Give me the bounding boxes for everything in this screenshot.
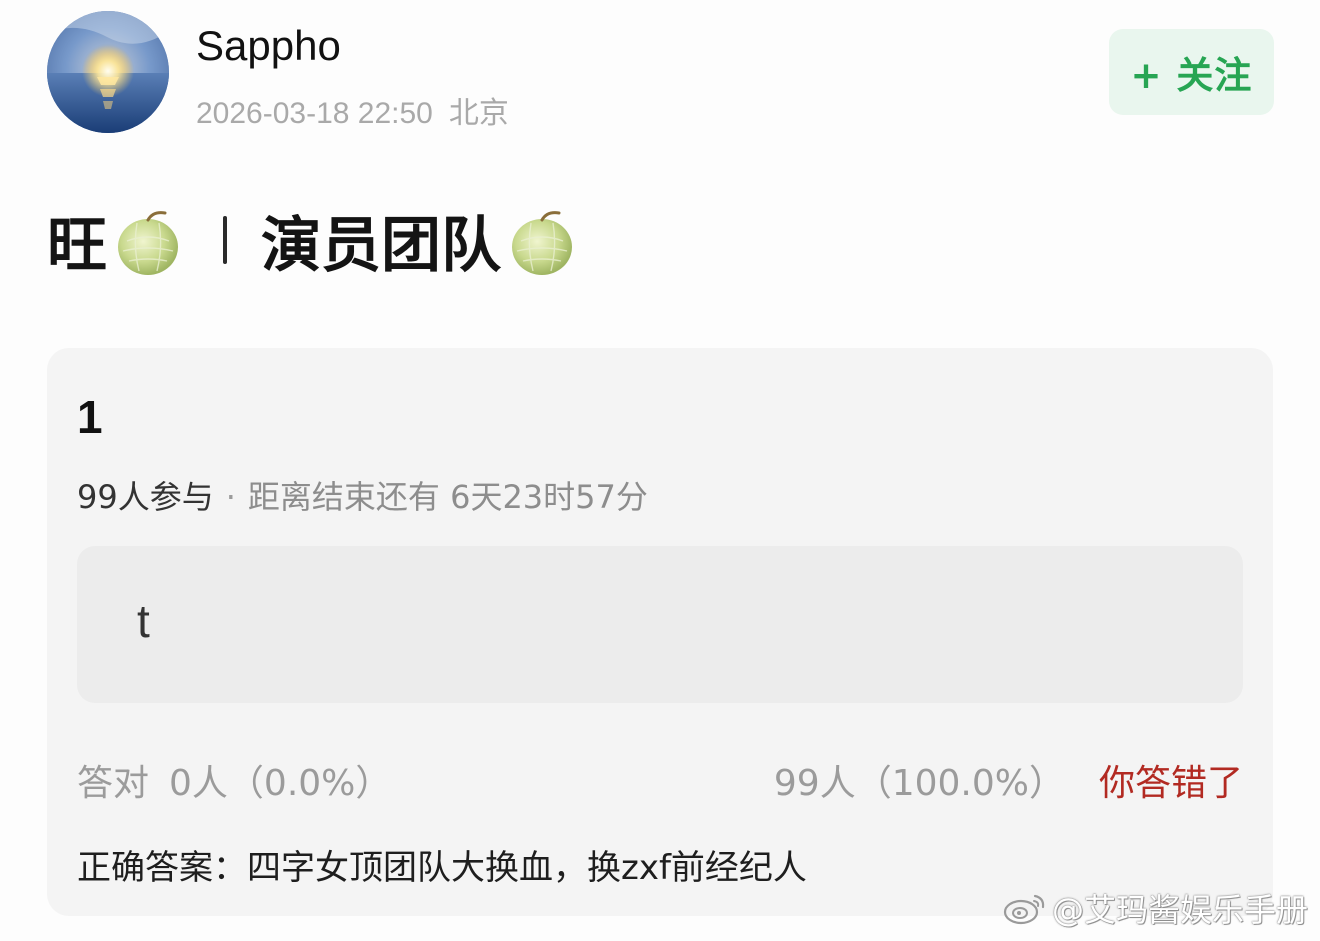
title-divider bbox=[223, 216, 227, 264]
stats-separator: · bbox=[225, 478, 236, 516]
time-remaining: 距离结束还有 6天23时57分 bbox=[247, 478, 648, 516]
title-part-1: 旺 bbox=[47, 210, 107, 281]
wrong-stats: 99人（100.0%） bbox=[773, 763, 1065, 804]
option-label: t bbox=[137, 595, 150, 647]
correct-answer: 正确答案：四字女顶团队大换血，换zxf前经纪人 bbox=[77, 848, 807, 888]
correct-stats: 0人（0.0%） bbox=[169, 763, 392, 804]
post-datetime: 2026-03-18 22:50 bbox=[196, 97, 433, 130]
quiz-question: 1 bbox=[77, 391, 103, 443]
melon-icon bbox=[118, 211, 178, 275]
correct-result: 答对 0人（0.0%） bbox=[77, 754, 391, 806]
quiz-card: 1 99人参与 · 距离结束还有 6天23时57分 t 答对 0人（0.0%） 99人… bbox=[47, 348, 1273, 916]
quiz-stats: 99人参与 · 距离结束还有 6天23时57分 bbox=[77, 472, 648, 518]
post-title: 旺 演员团队 bbox=[47, 200, 577, 281]
post-location: 北京 bbox=[448, 97, 509, 130]
title-part-2: 演员团队 bbox=[261, 210, 501, 281]
username[interactable]: Sappho bbox=[196, 22, 341, 70]
sunset-sea-image bbox=[47, 11, 169, 133]
quiz-option[interactable]: t bbox=[77, 546, 1243, 703]
melon-icon bbox=[512, 211, 572, 275]
wrong-label: 你答错了 bbox=[1098, 763, 1243, 804]
watermark: @艾玛酱娱乐手册 bbox=[1002, 885, 1308, 931]
follow-button[interactable]: + 关注 bbox=[1109, 29, 1274, 115]
correct-label: 答对 bbox=[77, 763, 150, 804]
participant-count: 99人参与 bbox=[77, 478, 214, 516]
post-meta: 2026-03-18 22:50 北京 bbox=[196, 88, 509, 132]
weibo-icon bbox=[1003, 894, 1045, 925]
avatar[interactable] bbox=[47, 11, 169, 133]
watermark-text: @艾玛酱娱乐手册 bbox=[1051, 891, 1308, 929]
wrong-result: 99人（100.0%） 你答错了 bbox=[774, 754, 1243, 806]
